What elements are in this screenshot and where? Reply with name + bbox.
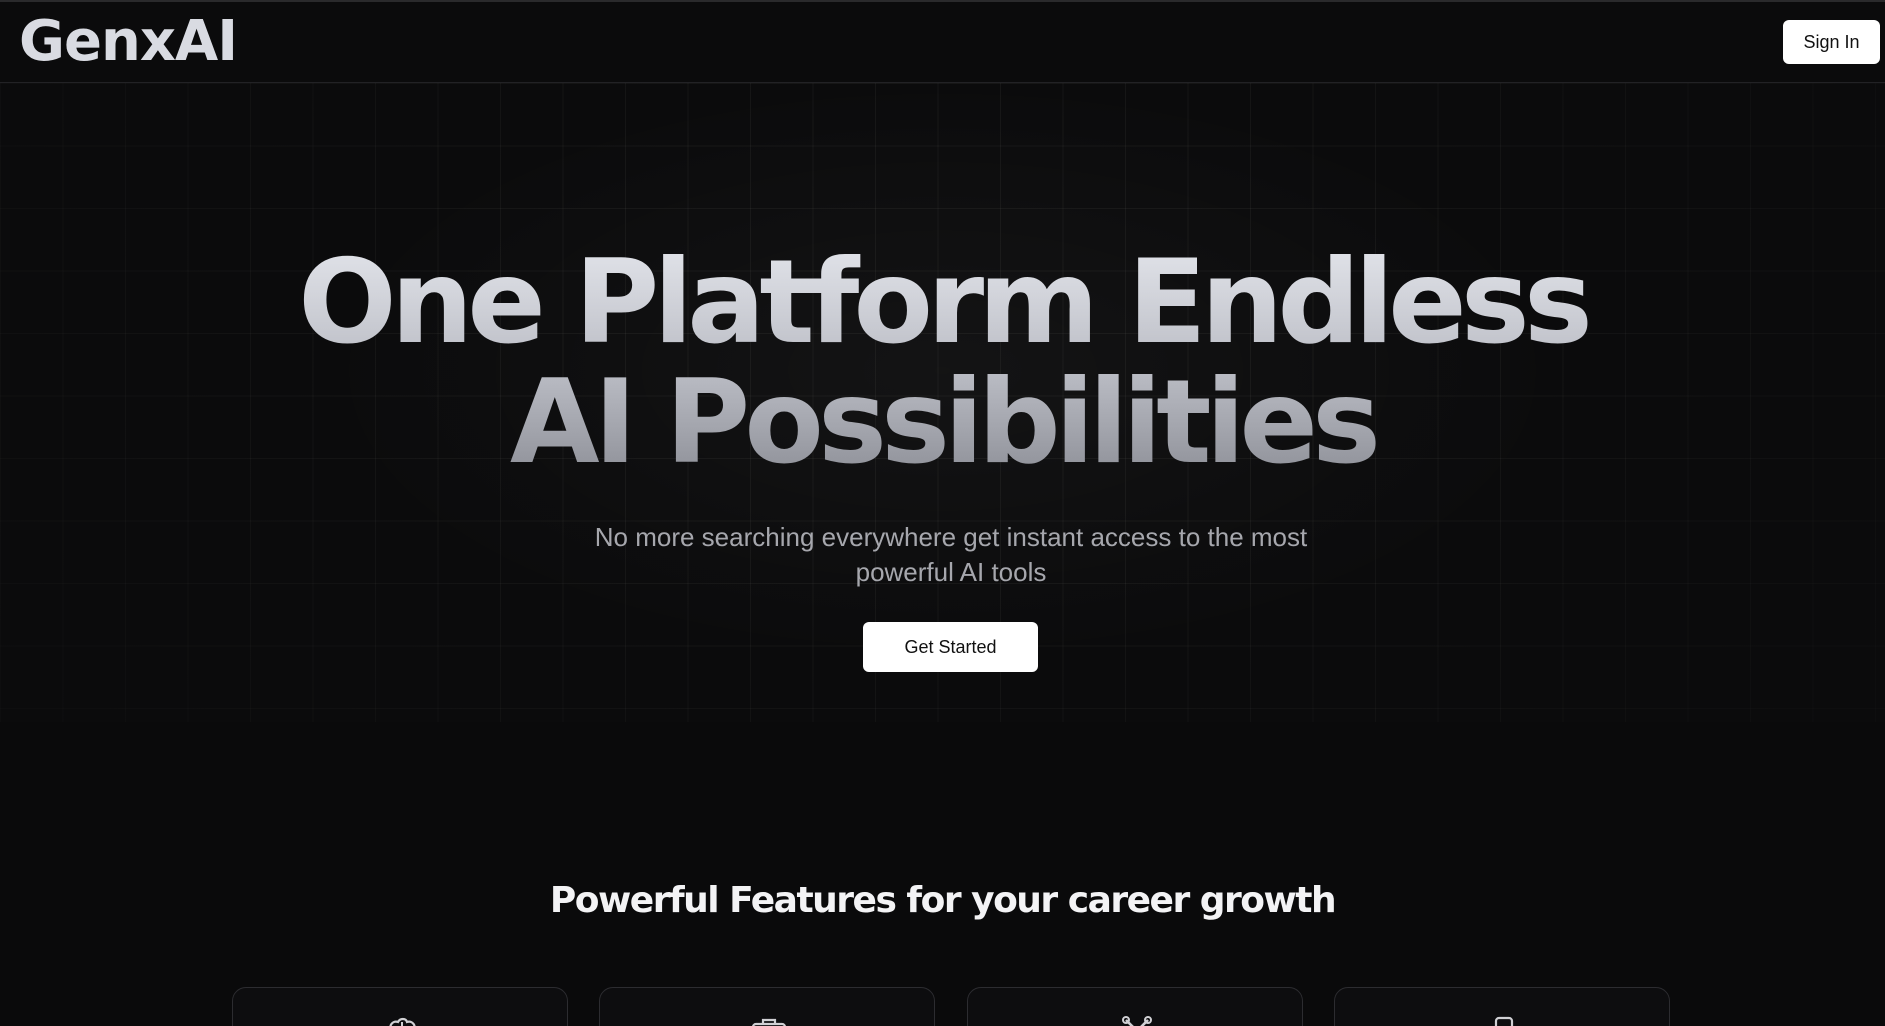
feature-card-4[interactable] bbox=[1334, 987, 1670, 1026]
hero-title: One Platform Endless AI Possibilities bbox=[0, 243, 1885, 483]
hero-section: One Platform Endless AI Possibilities No… bbox=[0, 83, 1885, 722]
feature-card-1[interactable] bbox=[232, 987, 568, 1026]
hero-title-line-2: AI Possibilities bbox=[509, 355, 1376, 490]
hero-subtitle-line-2: powerful AI tools bbox=[855, 557, 1047, 587]
get-started-button[interactable]: Get Started bbox=[863, 622, 1038, 672]
brain-icon bbox=[389, 1017, 416, 1026]
logo[interactable]: GenxAI bbox=[19, 14, 238, 70]
sign-in-button[interactable]: Sign In bbox=[1783, 20, 1880, 64]
hero-title-line-1: One Platform Endless bbox=[298, 235, 1587, 370]
hero-subtitle: No more searching everywhere get instant… bbox=[542, 520, 1360, 590]
hero-subtitle-line-1: No more searching everywhere get instant… bbox=[594, 522, 1308, 552]
feature-card-2[interactable] bbox=[599, 987, 935, 1026]
features-section: Powerful Features for your career growth bbox=[0, 722, 1885, 1026]
landing-page: GenxAI Sign In One Platform Endless AI P… bbox=[0, 0, 1885, 1026]
top-nav: GenxAI Sign In bbox=[0, 0, 1885, 83]
phone-icon bbox=[1494, 1016, 1514, 1026]
briefcase-icon bbox=[752, 1018, 786, 1026]
tools-icon bbox=[1122, 1016, 1152, 1026]
feature-card-3[interactable] bbox=[967, 987, 1303, 1026]
features-title: Powerful Features for your career growth bbox=[549, 880, 1337, 921]
